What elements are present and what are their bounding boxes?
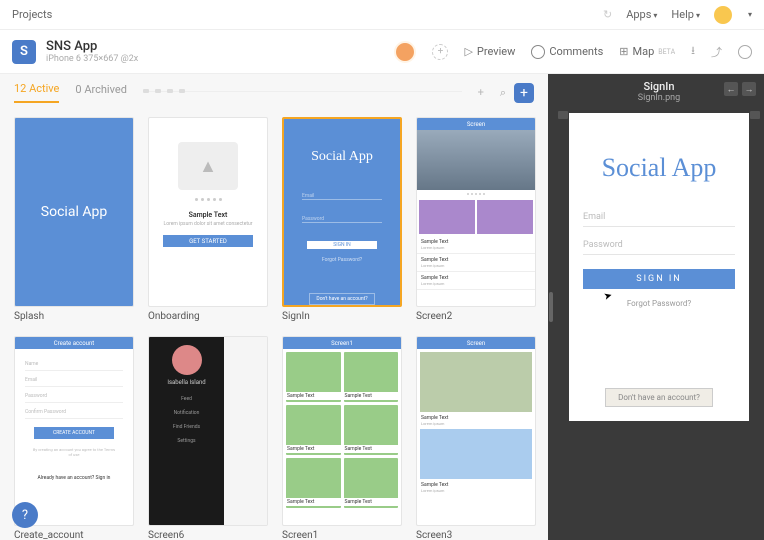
signin-noaccount: Don't have an account?: [309, 293, 374, 305]
onboarding-heading: Sample Text: [189, 211, 228, 219]
screen-card-screen2[interactable]: Screen Sample TextLorem ipsum Sample Tex…: [416, 117, 536, 322]
cursor-icon: ➤: [603, 290, 614, 303]
thumb-screen2[interactable]: Screen Sample TextLorem ipsum Sample Tex…: [416, 117, 536, 307]
share-icon[interactable]: ⤴: [711, 44, 722, 60]
card-label: SignIn: [282, 311, 402, 322]
comments-button[interactable]: Comments: [531, 45, 603, 59]
card-label: Screen3: [416, 530, 536, 540]
screens-pane: 12 Active 0 Archived + ⌕ + Social App Sp…: [0, 74, 548, 540]
mock-forgot-link: Forgot Password?: [627, 299, 691, 308]
screen-card-signin[interactable]: Social App Email Password SIGN IN Forgot…: [282, 117, 402, 322]
card-label: Splash: [14, 311, 134, 322]
apps-menu[interactable]: Apps▾: [626, 8, 657, 21]
screen-card-screen6[interactable]: Isabella Island Feed Notification Find F…: [148, 336, 268, 540]
screens-grid: Social App Splash ▲ Sample Text Lorem ip…: [0, 103, 548, 540]
thumb-create-account[interactable]: Create account Name Email Password Confi…: [14, 336, 134, 526]
signin-button: SIGN IN: [307, 241, 377, 249]
tab-active[interactable]: 12 Active: [14, 82, 59, 103]
ca-header: Create account: [15, 337, 133, 349]
search-icon[interactable]: ⌕: [500, 86, 506, 100]
next-screen-button[interactable]: →: [742, 82, 756, 96]
detail-pane: SignIn SignIn.png ← → Social App Email P…: [554, 74, 764, 540]
mock-noaccount-link: Don't have an account?: [605, 388, 713, 407]
project-device: iPhone 6 375×667 @2x: [46, 54, 138, 64]
add-screen-button[interactable]: +: [514, 83, 534, 103]
drag-handle-icon[interactable]: [558, 111, 568, 119]
mock-password-field: Password: [583, 235, 735, 255]
section-dividers: [143, 91, 462, 92]
mock-signin-button: SIGN IN: [583, 269, 735, 289]
project-bar: S SNS App iPhone 6 375×667 @2x + ▷Previe…: [0, 30, 764, 74]
add-section-button[interactable]: +: [478, 86, 484, 99]
refresh-icon[interactable]: ↻: [603, 8, 612, 21]
drag-handle-icon[interactable]: [750, 111, 760, 119]
project-icon: S: [12, 40, 36, 64]
map-button[interactable]: ⊞MapBETA: [619, 45, 675, 58]
prev-screen-button[interactable]: ←: [724, 82, 738, 96]
onboarding-body: Lorem ipsum dolor sit amet consectetur: [154, 219, 263, 229]
card-label: Screen6: [148, 530, 268, 540]
settings-icon[interactable]: [738, 45, 752, 59]
signin-title: Social App: [311, 149, 373, 165]
feed-header: Screen: [417, 118, 535, 130]
user-menu-chevron-icon[interactable]: ▾: [748, 10, 752, 19]
screen-mockup[interactable]: Social App Email Password SIGN IN Forgot…: [569, 113, 749, 421]
signin-forgot: Forgot Password?: [322, 257, 362, 263]
onboarding-cta: GET STARTED: [163, 235, 253, 247]
help-fab[interactable]: ?: [12, 502, 38, 528]
add-collaborator-button[interactable]: +: [432, 44, 448, 60]
thumb-signin[interactable]: Social App Email Password SIGN IN Forgot…: [282, 117, 402, 307]
user-avatar[interactable]: [714, 6, 732, 24]
thumb-splash[interactable]: Social App: [14, 117, 134, 307]
collaborator-avatar[interactable]: [394, 41, 416, 63]
screen-card-onboarding[interactable]: ▲ Sample Text Lorem ipsum dolor sit amet…: [148, 117, 268, 322]
mock-email-field: Email: [583, 207, 735, 227]
project-name[interactable]: SNS App: [46, 39, 138, 54]
tab-archived[interactable]: 0 Archived: [75, 83, 127, 102]
card-label: Create_account: [14, 530, 134, 540]
signin-password: Password: [302, 216, 382, 223]
thumb-screen6[interactable]: Isabella Island Feed Notification Find F…: [148, 336, 268, 526]
thumb-screen1[interactable]: Screen1 Sample Text Sample Text Sample T…: [282, 336, 402, 526]
global-topbar: Projects ↻ Apps▾ Help▾ ▾: [0, 0, 764, 30]
card-label: Screen2: [416, 311, 536, 322]
preview-button[interactable]: ▷Preview: [464, 45, 515, 58]
signin-email: Email: [302, 193, 382, 200]
thumb-screen3[interactable]: Screen Sample Text Lorem ipsum Sample Te…: [416, 336, 536, 526]
card-label: Screen1: [282, 530, 402, 540]
play-icon: ▷: [464, 45, 472, 58]
breadcrumb-projects[interactable]: Projects: [12, 8, 52, 21]
card-label: Onboarding: [148, 311, 268, 322]
comment-icon: [531, 45, 545, 59]
help-menu[interactable]: Help▾: [671, 8, 700, 21]
map-icon: ⊞: [619, 45, 628, 58]
mock-title: Social App: [602, 153, 717, 183]
screen-card-screen3[interactable]: Screen Sample Text Lorem ipsum Sample Te…: [416, 336, 536, 540]
screen-card-screen1[interactable]: Screen1 Sample Text Sample Text Sample T…: [282, 336, 402, 540]
screen-card-splash[interactable]: Social App Splash: [14, 117, 134, 322]
download-icon[interactable]: ⭳: [691, 42, 695, 61]
placeholder-image-icon: ▲: [178, 142, 238, 190]
thumb-onboarding[interactable]: ▲ Sample Text Lorem ipsum dolor sit amet…: [148, 117, 268, 307]
